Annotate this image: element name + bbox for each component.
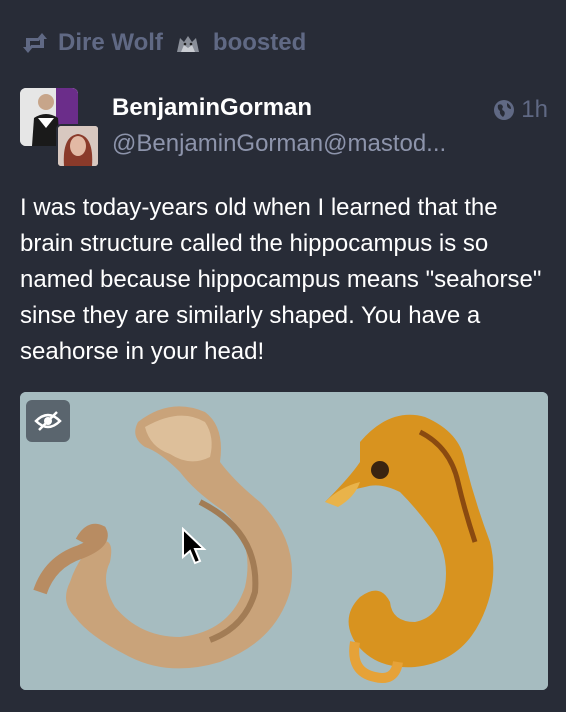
account-handle[interactable]: @BenjaminGorman@mastod... <box>112 130 472 158</box>
boost-icon <box>23 33 47 53</box>
boost-label: boosted <box>212 29 307 56</box>
wolf-emoji-icon <box>176 36 199 52</box>
status-content: I was today-years old when I learned tha… <box>20 190 548 370</box>
post-text: I was today-years old when I learned tha… <box>20 194 542 365</box>
hide-media-button[interactable] <box>26 400 70 442</box>
mouse-cursor-icon <box>182 527 207 565</box>
eye-slash-icon <box>34 411 62 431</box>
globe-icon <box>494 100 515 120</box>
boost-header: Dire Wolf boosted <box>22 28 306 58</box>
booster-avatar[interactable] <box>56 124 100 168</box>
display-name[interactable]: BenjaminGorman <box>112 94 312 122</box>
status-meta[interactable]: 1h <box>493 96 548 124</box>
media-attachment[interactable] <box>20 392 548 690</box>
booster-name[interactable]: Dire Wolf <box>58 29 163 57</box>
status-header: BenjaminGorman @BenjaminGorman@mastod...… <box>20 88 548 168</box>
post-time[interactable]: 1h <box>521 96 548 124</box>
media-image <box>20 392 548 690</box>
